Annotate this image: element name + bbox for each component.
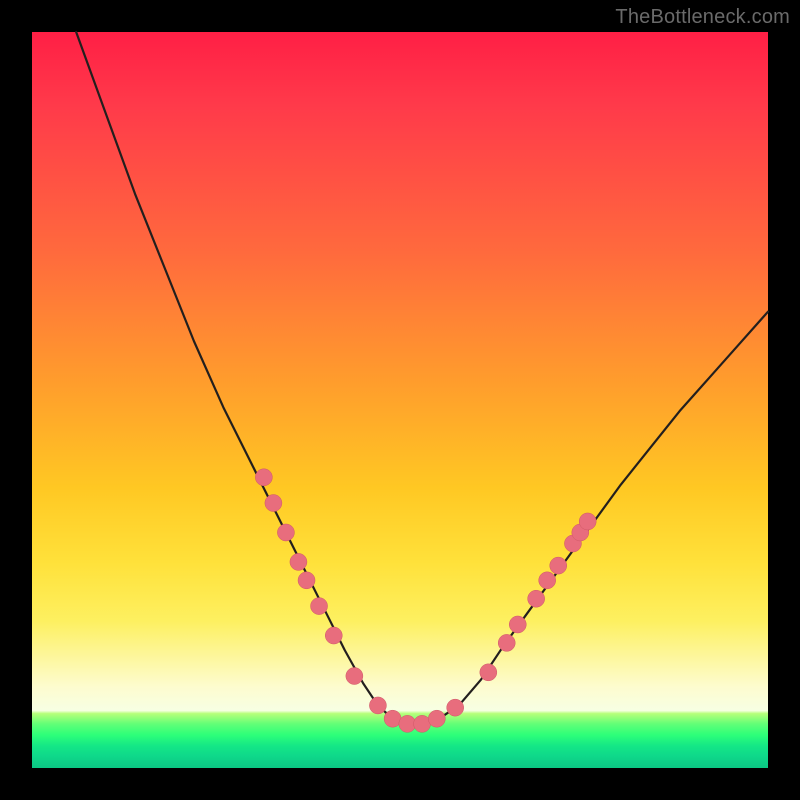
marker-point [480,664,497,681]
marker-point [528,590,545,607]
marker-point [265,495,282,512]
marker-point [414,715,431,732]
chart-svg [32,32,768,768]
highlight-markers [255,469,596,733]
marker-point [509,616,526,633]
marker-point [447,699,464,716]
bottleneck-curve [76,32,768,725]
marker-point [550,557,567,574]
marker-point [277,524,294,541]
plot-area [32,32,768,768]
marker-point [384,710,401,727]
marker-point [255,469,272,486]
marker-point [311,598,328,615]
marker-point [290,553,307,570]
watermark-text: TheBottleneck.com [615,6,790,29]
marker-point [539,572,556,589]
chart-frame: TheBottleneck.com [0,0,800,800]
marker-point [346,668,363,685]
marker-point [369,697,386,714]
marker-point [498,634,515,651]
marker-point [325,627,342,644]
marker-point [579,513,596,530]
marker-point [428,710,445,727]
marker-point [399,715,416,732]
marker-point [298,572,315,589]
